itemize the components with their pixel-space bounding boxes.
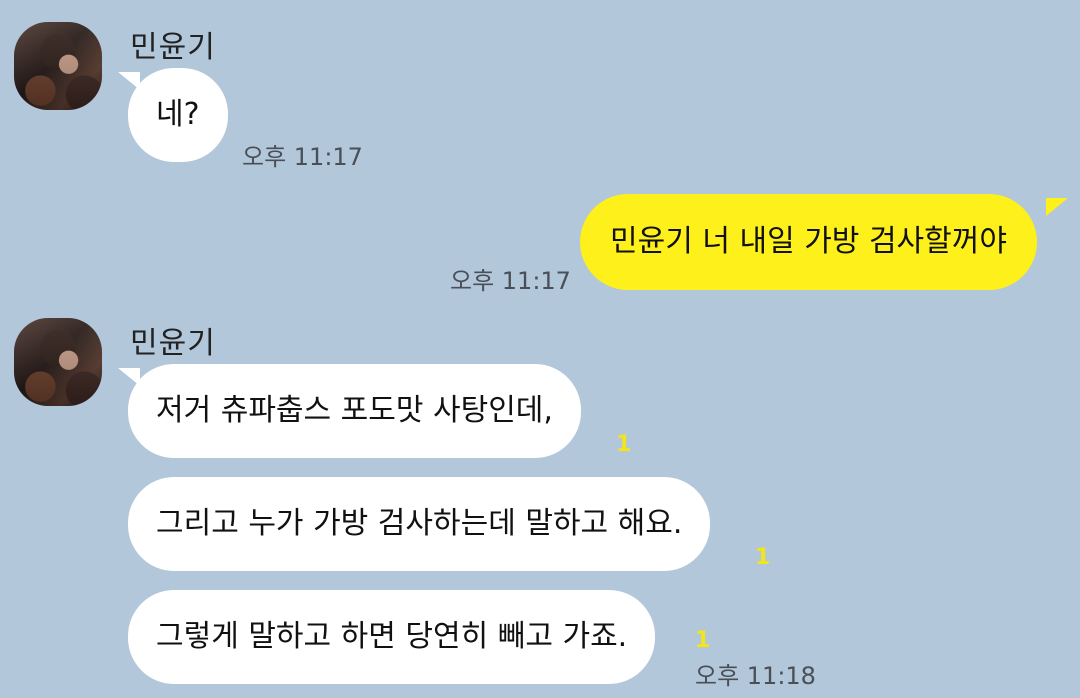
unread-count: 1	[695, 628, 711, 653]
my-message-bubble[interactable]: 민윤기 너 내일 가방 검사할꺼야	[580, 194, 1037, 290]
message-timestamp: 오후 11:17	[450, 267, 571, 295]
message-timestamp: 오후 11:17	[242, 143, 363, 171]
unread-count: 1	[755, 545, 771, 570]
message-bubble[interactable]: 네?	[128, 68, 228, 162]
avatar-photo	[14, 318, 102, 406]
message-text: 그리고 누가 가방 검사하는데 말하고 해요.	[156, 506, 683, 541]
contact-avatar[interactable]	[14, 22, 102, 110]
message-text: 그렇게 말하고 하면 당연히 빼고 가죠.	[156, 619, 628, 654]
unread-count: 1	[616, 432, 632, 457]
message-timestamp: 오후 11:18	[695, 662, 816, 690]
message-bubble[interactable]: 저거 츄파춥스 포도맛 사탕인데,	[128, 364, 581, 458]
sender-name: 민윤기	[130, 30, 216, 65]
message-text: 저거 츄파춥스 포도맛 사탕인데,	[156, 393, 553, 428]
message-text: 네?	[156, 97, 200, 132]
message-bubble[interactable]: 그리고 누가 가방 검사하는데 말하고 해요.	[128, 477, 711, 571]
message-bubble[interactable]: 그렇게 말하고 하면 당연히 빼고 가죠.	[128, 590, 656, 684]
avatar-photo	[14, 22, 102, 110]
message-text: 민윤기 너 내일 가방 검사할꺼야	[610, 224, 1007, 259]
contact-avatar[interactable]	[14, 318, 102, 406]
chat-room: 민윤기 네? 오후 11:17 민윤기 너 내일 가방 검사할꺼야 오후 11:…	[0, 0, 1080, 698]
bubble-tail	[1046, 198, 1068, 216]
sender-name: 민윤기	[130, 326, 216, 361]
